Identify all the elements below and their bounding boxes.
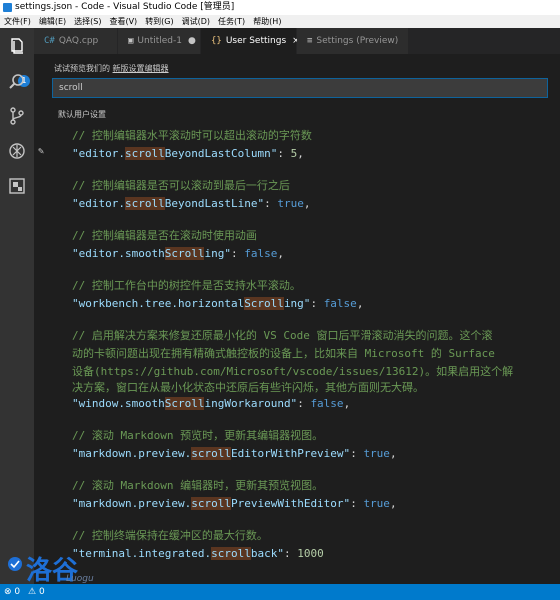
code-line: // 控制终端保持在缓冲区的最大行数。 bbox=[72, 529, 268, 542]
new-settings-editor-link[interactable]: 新版设置编辑器 bbox=[113, 64, 169, 73]
menu-go[interactable]: 转到(G) bbox=[141, 15, 177, 28]
debug-icon[interactable] bbox=[7, 141, 27, 161]
tab-label: Untitled-1 bbox=[137, 36, 182, 46]
code-line: "window.smoothScrollingWorkaround": fals… bbox=[72, 397, 351, 410]
default-settings-label: 默认用户设置 bbox=[58, 110, 106, 119]
error-count: 0 bbox=[14, 587, 21, 597]
menu-help[interactable]: 帮助(H) bbox=[249, 15, 285, 28]
vscode-logo-icon bbox=[3, 3, 12, 12]
menu-bar: 文件(F) 编辑(E) 选择(S) 查看(V) 转到(G) 调试(D) 任务(T… bbox=[0, 15, 560, 28]
title-bar: settings.json - Code - Visual Studio Cod… bbox=[0, 0, 560, 15]
code-line: // 控制编辑器是否在滚动时使用动画 bbox=[72, 229, 257, 242]
cpp-file-icon: C# bbox=[44, 36, 55, 46]
watermark-subtext: Luogu bbox=[66, 574, 94, 584]
code-line: 设备(https://github.com/Microsoft/vscode/i… bbox=[72, 365, 514, 378]
code-line: 动的卡顿问题出现在拥有精确式触控板的设备上，比如来自 Microsoft 的 S… bbox=[72, 347, 495, 360]
settings-search-input[interactable]: scroll bbox=[52, 78, 548, 98]
code-line: "workbench.tree.horizontalScrolling": fa… bbox=[72, 297, 364, 310]
code-line: // 滚动 Markdown 编辑器时，更新其预览视图。 bbox=[72, 479, 324, 492]
settings-file-icon: ≡ bbox=[307, 36, 313, 46]
preview-prefix: 试试预览我们的 bbox=[54, 64, 113, 73]
code-line: "editor.scrollBeyondLastColumn": 5, bbox=[72, 147, 304, 160]
code-line: // 滚动 Markdown 预览时，更新其编辑器视图。 bbox=[72, 429, 324, 442]
unsaved-dot-icon[interactable]: ● bbox=[188, 28, 196, 54]
tab-untitled-1[interactable]: ▣ Untitled-1 ● bbox=[118, 28, 201, 54]
code-line: "editor.scrollBeyondLastLine": true, bbox=[72, 197, 311, 210]
edit-pencil-icon[interactable]: ✎ bbox=[38, 146, 44, 157]
settings-header: 试试预览我们的 新版设置编辑器 scroll bbox=[34, 54, 560, 104]
menu-view[interactable]: 查看(V) bbox=[105, 15, 141, 28]
code-line: "markdown.preview.scrollPreviewWithEdito… bbox=[72, 497, 397, 510]
tab-label: QAQ.cpp bbox=[58, 36, 99, 46]
code-line: // 控制工作台中的树控件是否支持水平滚动。 bbox=[72, 279, 301, 292]
error-icon: ⊗ bbox=[4, 587, 12, 597]
code-line: "editor.smoothScrolling": false, bbox=[72, 247, 284, 260]
menu-file[interactable]: 文件(F) bbox=[0, 15, 35, 28]
menu-edit[interactable]: 编辑(E) bbox=[35, 15, 70, 28]
window-title: settings.json - Code - Visual Studio Cod… bbox=[15, 2, 235, 12]
tab-settings-preview[interactable]: ≡ Settings (Preview) bbox=[297, 28, 409, 54]
menu-tasks[interactable]: 任务(T) bbox=[214, 15, 249, 28]
settings-editor[interactable]: ✎ // 控制编辑器水平滚动时可以超出滚动的字符数 "editor.scroll… bbox=[34, 124, 560, 584]
tab-qaq-cpp[interactable]: C# QAQ.cpp bbox=[34, 28, 118, 54]
tab-user-settings[interactable]: {} User Settings × bbox=[201, 28, 300, 54]
editor-tabs: C# QAQ.cpp ▣ Untitled-1 ● {} User Settin… bbox=[34, 28, 560, 54]
json-file-icon: {} bbox=[211, 36, 222, 46]
code-line: 决方案，窗口在从最小化状态中还原后有些许闪烁，其他方面则无大碍。 bbox=[72, 381, 424, 394]
tab-label: Settings (Preview) bbox=[316, 36, 399, 46]
menu-debug[interactable]: 调试(D) bbox=[178, 15, 214, 28]
activity-bar: 1 bbox=[0, 28, 34, 584]
preview-notice: 试试预览我们的 新版设置编辑器 bbox=[54, 63, 169, 74]
balloon-logo-icon bbox=[8, 557, 22, 571]
warning-count: 0 bbox=[38, 587, 45, 597]
status-bar: ⊗ 0 ⚠ 0 bbox=[0, 584, 560, 600]
search-icon[interactable] bbox=[7, 72, 27, 92]
extensions-icon[interactable] bbox=[7, 176, 27, 196]
warning-icon: ⚠ bbox=[28, 587, 37, 597]
warnings-indicator[interactable]: ⚠ 0 bbox=[28, 584, 45, 600]
source-control-icon[interactable] bbox=[7, 106, 27, 126]
menu-selection[interactable]: 选择(S) bbox=[70, 15, 105, 28]
tab-label: User Settings bbox=[225, 36, 287, 46]
code-line: // 启用解决方案来修复还原最小化的 VS Code 窗口后平滑滚动消失的问题。… bbox=[72, 329, 493, 342]
code-line: "markdown.preview.scrollEditorWithPrevie… bbox=[72, 447, 397, 460]
explorer-icon[interactable] bbox=[7, 36, 27, 56]
file-icon: ▣ bbox=[128, 36, 134, 46]
code-line: // 控制编辑器是否可以滚动到最后一行之后 bbox=[72, 179, 290, 192]
code-line: // 控制编辑器水平滚动时可以超出滚动的字符数 bbox=[72, 129, 312, 142]
luogu-watermark: 洛谷 Luogu bbox=[6, 552, 156, 586]
errors-indicator[interactable]: ⊗ 0 bbox=[4, 584, 20, 600]
